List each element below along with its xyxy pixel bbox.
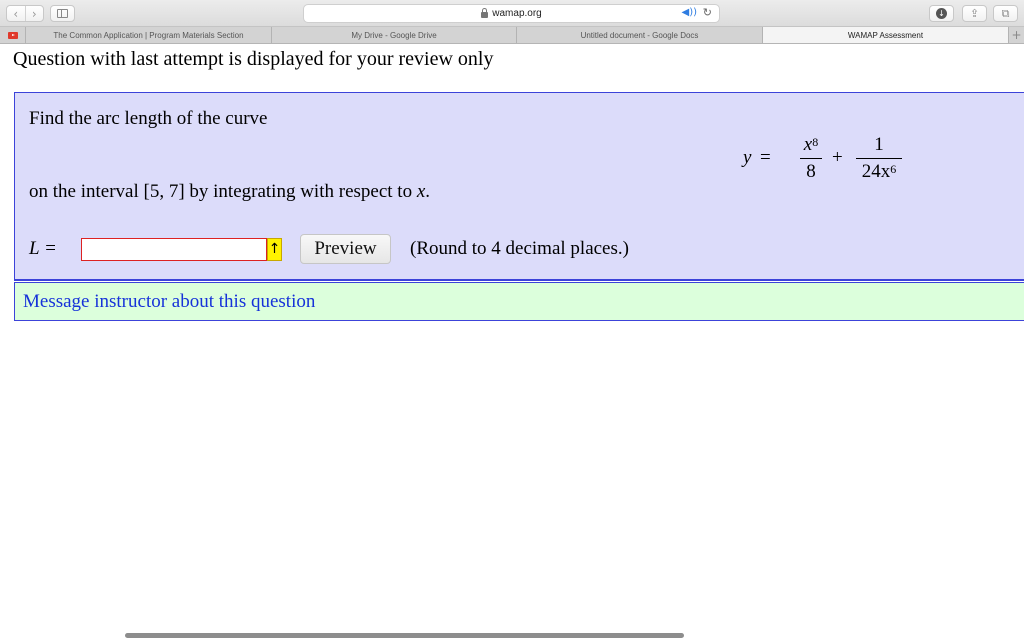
- message-box: Message instructor about this question: [14, 282, 1024, 321]
- address-bar[interactable]: wamap.org ◀︎)) ↻: [303, 4, 720, 23]
- tab-label: The Common Application | Program Materia…: [53, 30, 244, 40]
- interval-value: [5, 7]: [143, 181, 185, 202]
- divider: [15, 279, 1024, 280]
- rounding-note: (Round to 4 decimal places.): [410, 238, 629, 259]
- tab-google-docs[interactable]: Untitled document - Google Docs: [517, 27, 763, 43]
- tab-label: My Drive - Google Drive: [351, 30, 437, 40]
- frac2-num: 1: [874, 134, 884, 155]
- frac1-num-base: x: [803, 134, 813, 155]
- tab-label: Untitled document - Google Docs: [580, 30, 699, 40]
- url-text: wamap.org: [492, 8, 542, 19]
- question-intro: Find the arc length of the curve: [29, 108, 268, 129]
- tabs-overview-button[interactable]: ⧉: [993, 5, 1018, 22]
- interval-prefix: on the interval: [29, 181, 144, 202]
- nav-buttons: ‹ ›: [6, 5, 44, 22]
- reload-icon[interactable]: ↻: [703, 6, 712, 19]
- tab-google-drive[interactable]: My Drive - Google Drive: [272, 27, 517, 43]
- forward-icon[interactable]: ›: [24, 6, 44, 21]
- answer-arrow-icon[interactable]: ↑: [267, 238, 282, 261]
- tab-bar: The Common Application | Program Materia…: [0, 27, 1024, 44]
- answer-input[interactable]: [81, 238, 267, 261]
- formula-lhs: y: [743, 147, 752, 168]
- frac2-den-base: 24x: [861, 161, 891, 182]
- answer-label: L =: [29, 238, 57, 259]
- fraction-bar: [800, 158, 822, 159]
- download-icon: ↓: [936, 8, 947, 19]
- tab-label: WAMAP Assessment: [847, 30, 924, 40]
- formula-equals: =: [760, 147, 771, 168]
- download-button[interactable]: ↓: [929, 5, 954, 22]
- share-button[interactable]: ⇪: [962, 5, 987, 22]
- new-tab-button[interactable]: +: [1009, 27, 1024, 43]
- sidebar-button[interactable]: [50, 5, 75, 22]
- frac1-den: 8: [806, 161, 816, 182]
- integration-variable: x: [416, 181, 426, 202]
- audio-icon[interactable]: ◀︎)): [682, 7, 698, 18]
- tab-wamap-assessment[interactable]: WAMAP Assessment: [763, 27, 1009, 43]
- pinned-tab-icon: [7, 31, 18, 39]
- interval-suffix: by integrating with respect to: [184, 181, 417, 202]
- tab-common-application[interactable]: The Common Application | Program Materia…: [26, 27, 272, 43]
- horizontal-scrollbar[interactable]: [125, 633, 684, 638]
- pinned-tab[interactable]: [0, 27, 26, 43]
- fraction-bar: [856, 158, 902, 159]
- tabs-overview-icon: ⧉: [1001, 6, 1010, 20]
- back-icon[interactable]: ‹: [7, 6, 25, 21]
- lock-icon: [481, 7, 489, 18]
- preview-button[interactable]: Preview: [300, 234, 391, 264]
- fraction-1-over-24x6: 1 24x6: [856, 133, 902, 184]
- review-note: Question with last attempt is displayed …: [13, 48, 494, 70]
- interval-text: on the interval [5, 7] by integrating wi…: [29, 181, 430, 203]
- formula-plus: +: [832, 147, 843, 168]
- browser-toolbar: ‹ › wamap.org ◀︎)) ↻ ↓ ⇪ ⧉: [0, 0, 1024, 27]
- question-box: Find the arc length of the curve y = x8 …: [14, 92, 1024, 281]
- answer-row: L = ↑ Preview (Round to 4 decimal places…: [29, 234, 929, 264]
- message-instructor-link[interactable]: Message instructor about this question: [23, 291, 315, 313]
- share-icon: ⇪: [969, 7, 980, 20]
- fraction-x8-over-8: x8 8: [800, 133, 822, 184]
- interval-end: .: [425, 181, 431, 202]
- frac1-num-exp: 8: [812, 135, 819, 149]
- frac2-den-exp: 6: [890, 162, 897, 176]
- sidebar-icon: [57, 9, 68, 18]
